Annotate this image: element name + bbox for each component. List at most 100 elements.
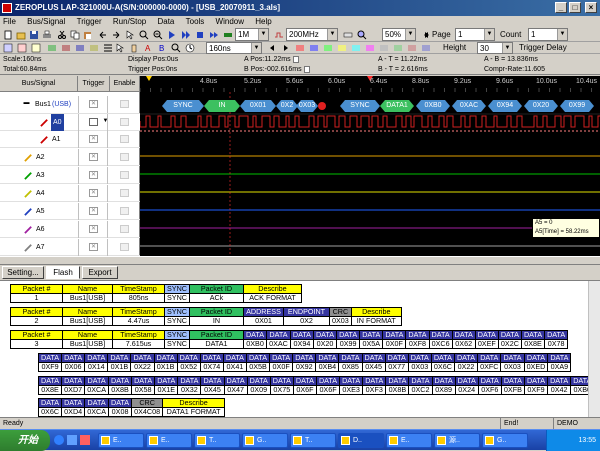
enable-cell-bus1[interactable]	[110, 96, 140, 113]
print-icon[interactable]	[41, 29, 53, 41]
new-icon[interactable]	[2, 29, 14, 41]
time-per-div-select[interactable]: 160ns ▼	[206, 42, 262, 54]
save-icon[interactable]	[28, 29, 40, 41]
search-icon[interactable]	[170, 42, 182, 54]
page-select[interactable]: 1 ▼	[455, 28, 495, 41]
signal-row-a6[interactable]: A6 ✕	[0, 221, 140, 238]
trigger-cell-bus1[interactable]: ✕	[78, 96, 108, 113]
task-button-5[interactable]: T..	[290, 433, 336, 448]
close-button[interactable]: ×	[585, 2, 597, 13]
signal-row-a3[interactable]: A3 ✕	[0, 167, 140, 184]
signal-row-a2[interactable]: A2 ✕	[0, 149, 140, 166]
menu-data[interactable]: Data	[157, 17, 174, 26]
signal-row-a1[interactable]: A1 ✕	[0, 131, 140, 148]
data-value-row[interactable]: 0X8E 0XD7 0XCA 0X8B 0X58 0X1E 0X32 0X45 0X47 0X09…	[37, 385, 595, 395]
collapse-icon[interactable]: ▬	[22, 100, 31, 109]
bus-add-icon[interactable]	[2, 42, 14, 54]
splitter[interactable]	[0, 256, 600, 265]
trigger-header[interactable]: Trigger	[78, 76, 110, 92]
bus-signal-header[interactable]: Bus/Signal	[0, 76, 78, 92]
enable-cell-a1[interactable]	[110, 131, 140, 148]
copy-icon[interactable]	[69, 29, 81, 41]
frequency-select[interactable]: 200MHz ▼	[286, 28, 338, 41]
enable-header[interactable]: Enable	[110, 76, 140, 92]
enable-cell-a7[interactable]	[110, 239, 140, 256]
trigger-marker-icon[interactable]	[146, 76, 152, 81]
move-right-icon[interactable]	[280, 42, 292, 54]
menu-trigger[interactable]: Trigger	[77, 17, 102, 26]
zoom-out-icon[interactable]	[152, 29, 164, 41]
tab-export[interactable]: Export	[82, 266, 118, 279]
zoom-in-icon[interactable]	[138, 29, 150, 41]
cursor-icon[interactable]	[124, 29, 136, 41]
time-ruler[interactable]: 4.8us 5.2us 5.6us 6.0us 6.4us 8.8us 9.2u…	[140, 76, 600, 92]
marker-icon[interactable]	[364, 42, 376, 54]
count-select[interactable]: 1 ▼	[528, 28, 568, 41]
paste-icon[interactable]	[82, 29, 94, 41]
jump-a-icon[interactable]	[294, 42, 306, 54]
signal-row-a7[interactable]: A7 ✕	[0, 239, 140, 256]
packet-row[interactable]: 2 Bus1[USB] 4.47us SYNC IN 0X01 0X2 0X03…	[10, 316, 402, 326]
zoom-select[interactable]: 50% ▼	[382, 28, 416, 41]
help-icon[interactable]	[420, 42, 432, 54]
b-pos-select[interactable]	[303, 65, 310, 73]
a-pos-select[interactable]	[292, 55, 299, 63]
task-button-3[interactable]: T..	[194, 433, 240, 448]
enable-cell-a3[interactable]	[110, 167, 140, 184]
filter-icon[interactable]	[74, 42, 86, 54]
waveform-view[interactable]: SYNC IN 0X01 0X2 0X03 SYNC DATA1 0XB0 0X…	[140, 92, 600, 256]
packet-icon[interactable]	[88, 42, 100, 54]
cursor-b-icon[interactable]: B	[156, 42, 168, 54]
clock[interactable]: 13:55	[578, 437, 596, 444]
select-pointer-icon[interactable]	[114, 42, 126, 54]
export-icon[interactable]	[378, 42, 390, 54]
undo-icon[interactable]	[97, 29, 109, 41]
trigger-cell-a1[interactable]: ✕	[78, 131, 108, 148]
vertical-scrollbar[interactable]	[588, 281, 600, 417]
memory-select[interactable]: 1M ▼	[235, 28, 269, 41]
enable-cell-a0[interactable]	[110, 114, 140, 131]
signal-row-bus1[interactable]: ▬ Bus1 (USB) ✕	[0, 96, 140, 114]
enable-cell-a4[interactable]	[110, 185, 140, 202]
trigger-cell-a0[interactable]: ▼	[78, 114, 108, 131]
trigger-cell-a6[interactable]: ✕	[78, 221, 108, 238]
enable-cell-a2[interactable]	[110, 149, 140, 166]
stop-icon[interactable]	[194, 29, 206, 41]
run-icon[interactable]	[166, 29, 178, 41]
cut-icon[interactable]	[56, 29, 68, 41]
minimize-button[interactable]: _	[555, 2, 567, 13]
task-button-4[interactable]: G..	[242, 433, 288, 448]
hand-icon[interactable]	[128, 42, 140, 54]
jump-trigger-icon[interactable]	[322, 42, 334, 54]
ungroup-icon[interactable]	[60, 42, 72, 54]
settings-icon[interactable]	[406, 42, 418, 54]
signal-add-icon[interactable]	[16, 42, 28, 54]
enable-cell-a6[interactable]	[110, 221, 140, 238]
move-left-icon[interactable]	[266, 42, 278, 54]
menu-window[interactable]: Window	[216, 17, 244, 26]
menu-tools[interactable]: Tools	[186, 17, 205, 26]
signal-row-a5[interactable]: A5 ✕	[0, 203, 140, 220]
height-select[interactable]: 30 ▼	[477, 42, 513, 54]
jump-end-icon[interactable]	[350, 42, 362, 54]
start-button[interactable]: 开始	[0, 430, 50, 451]
task-button-9[interactable]: G..	[482, 433, 528, 448]
menu-help[interactable]: Help	[255, 17, 271, 26]
task-button-7[interactable]: E..	[386, 433, 432, 448]
ie-icon[interactable]	[54, 435, 64, 445]
bus-edit-icon[interactable]	[30, 42, 42, 54]
packet-row[interactable]: 1 Bus1[USB] 805ns SYNC ACk ACK FORMAT	[10, 293, 302, 303]
trigger-cell-a2[interactable]: ✕	[78, 149, 108, 166]
trigger-cell-a5[interactable]: ✕	[78, 203, 108, 220]
signal-row-a0[interactable]: A0 ▼	[0, 114, 140, 131]
enable-cell-a5[interactable]	[110, 203, 140, 220]
task-button-1[interactable]: E..	[98, 433, 144, 448]
media-icon[interactable]	[80, 435, 90, 445]
menu-run-stop[interactable]: Run/Stop	[113, 17, 146, 26]
trigger-cell-a4[interactable]: ✕	[78, 185, 108, 202]
redo-icon[interactable]	[110, 29, 122, 41]
data-value-row[interactable]: 0X6C 0XD4 0XCA 0X08 0X4C08 DATA1 FORMAT	[37, 407, 226, 417]
maximize-button[interactable]: □	[569, 2, 581, 13]
group-icon[interactable]	[46, 42, 58, 54]
data-value-row[interactable]: 0XF9 0X06 0X14 0X1B 0X22 0X1B 0X52 0X74 0X41 0X5B…	[37, 362, 572, 372]
